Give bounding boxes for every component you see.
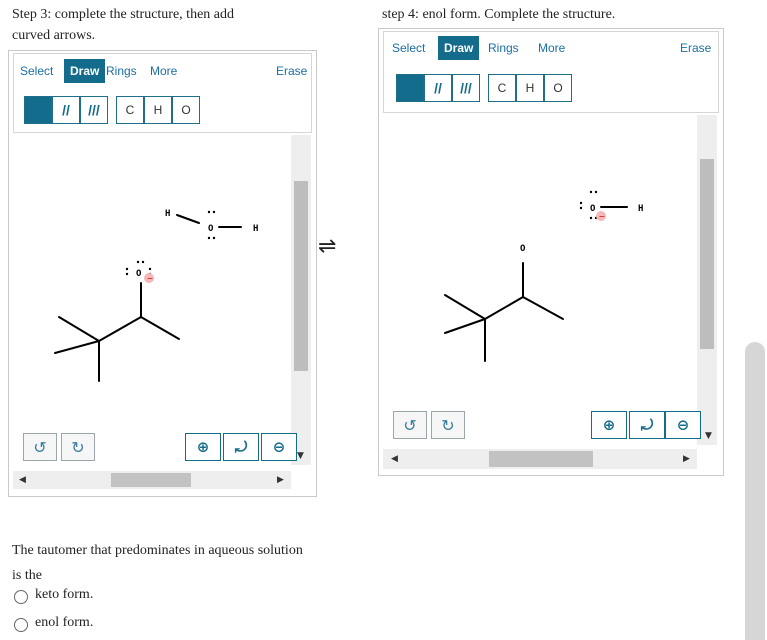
step3-canvas[interactable]: O H O H − (13, 135, 291, 435)
step3-molecule: O H O H − (54, 209, 258, 382)
zoom-out-icon: ⊖ (676, 416, 690, 434)
erase-button[interactable]: Erase (680, 36, 711, 60)
redo-icon: ↻ (71, 437, 85, 457)
draw-tools: / // /// C H O (24, 96, 200, 124)
step4-instruction: step 4: enol form. Complete the structur… (382, 7, 616, 22)
zoom-out-button[interactable]: ⊖ (261, 433, 297, 461)
atom-c-button[interactable]: C (116, 96, 144, 124)
keto-oxygen-label: O (136, 269, 142, 279)
redo-button[interactable]: ↻ (61, 433, 95, 461)
vertical-scrollbar[interactable] (291, 135, 311, 465)
atom-o-button[interactable]: O (172, 96, 200, 124)
zoom-reset-button[interactable]: ⤾ (629, 411, 665, 439)
zoom-in-button[interactable]: ⊕ (185, 433, 221, 461)
tab-select[interactable]: Select (392, 36, 425, 60)
vertical-scroll-thumb[interactable] (700, 159, 714, 349)
question-text: The tautomer that predominates in aqueou… (12, 543, 303, 583)
double-bond-button[interactable]: // (52, 96, 80, 124)
zoom-reset-button[interactable]: ⤾ (223, 433, 259, 461)
tab-rings[interactable]: Rings (106, 59, 137, 83)
keto-option-label[interactable]: keto form. (35, 587, 93, 603)
hydrogen-label: H (165, 209, 170, 219)
atom-o-button[interactable]: O (544, 74, 572, 102)
triple-bond-button[interactable]: /// (452, 74, 480, 102)
redo-icon: ↻ (441, 415, 455, 435)
tab-select[interactable]: Select (20, 59, 53, 83)
water-hydrogen-label: H (253, 224, 258, 234)
water-oxygen-label: O (590, 204, 596, 214)
svg-text:−: − (599, 212, 606, 221)
zoom-in-button[interactable]: ⊕ (591, 411, 627, 439)
horizontal-scroll-thumb[interactable] (111, 473, 191, 487)
step3-toolbar: Select Draw Rings More Erase / // /// C … (13, 53, 312, 133)
step4-canvas[interactable]: O O H − (383, 115, 697, 415)
undo-icon: ↺ (403, 415, 417, 435)
draw-tools: / // /// C H O (396, 74, 572, 102)
vertical-scrollbar[interactable] (697, 115, 717, 445)
zoom-in-icon: ⊕ (196, 438, 210, 456)
triple-bond-button[interactable]: /// (80, 96, 108, 124)
enolate-oxygen-label: O (520, 244, 526, 254)
step3-editor: Select Draw Rings More Erase / // /// C … (8, 50, 317, 497)
page-scrollbar[interactable] (745, 342, 765, 640)
double-bond-button[interactable]: // (424, 74, 452, 102)
water-oxygen-label: O (208, 224, 214, 234)
horizontal-scrollbar[interactable] (13, 471, 291, 489)
zoom-reset-icon: ⤾ (234, 438, 248, 456)
erase-button[interactable]: Erase (276, 59, 307, 83)
step4-molecule: O O H − (444, 190, 643, 362)
horizontal-scroll-thumb[interactable] (489, 451, 593, 467)
svg-text:−: − (147, 274, 154, 283)
keto-radio[interactable] (14, 590, 28, 604)
scroll-down-arrow-icon[interactable]: ▼ (705, 431, 712, 441)
scroll-right-arrow-icon[interactable]: ▶ (277, 475, 284, 485)
undo-icon: ↺ (33, 437, 47, 457)
scroll-down-arrow-icon[interactable]: ▼ (297, 451, 304, 461)
undo-button[interactable]: ↺ (393, 411, 427, 439)
single-bond-button[interactable]: / (24, 96, 52, 124)
redo-button[interactable]: ↻ (431, 411, 465, 439)
atom-h-button[interactable]: H (144, 96, 172, 124)
zoom-out-button[interactable]: ⊖ (665, 411, 701, 439)
tab-rings[interactable]: Rings (488, 36, 519, 60)
scroll-left-arrow-icon[interactable]: ◀ (391, 454, 398, 464)
zoom-out-icon: ⊖ (272, 438, 286, 456)
atom-h-button[interactable]: H (516, 74, 544, 102)
horizontal-scrollbar[interactable] (383, 449, 697, 469)
water-hydrogen-label: H (638, 204, 643, 214)
step4-editor: Select Draw Rings More Erase / // /// C … (378, 28, 724, 476)
zoom-in-icon: ⊕ (602, 416, 616, 434)
equilibrium-arrows: ⇌ (318, 234, 337, 259)
tab-more[interactable]: More (150, 59, 177, 83)
step4-toolbar: Select Draw Rings More Erase / // /// C … (383, 31, 719, 113)
undo-button[interactable]: ↺ (23, 433, 57, 461)
scroll-left-arrow-icon[interactable]: ◀ (19, 475, 26, 485)
tab-draw[interactable]: Draw (64, 59, 106, 83)
tab-draw[interactable]: Draw (438, 36, 480, 60)
atom-c-button[interactable]: C (488, 74, 516, 102)
vertical-scroll-thumb[interactable] (294, 181, 308, 371)
enol-option-label[interactable]: enol form. (35, 615, 93, 631)
step3-instruction: Step 3: complete the structure, then add… (12, 7, 234, 43)
zoom-reset-icon: ⤾ (640, 416, 654, 434)
enol-radio[interactable] (14, 618, 28, 632)
tab-more[interactable]: More (538, 36, 565, 60)
single-bond-button[interactable]: / (396, 74, 424, 102)
scroll-right-arrow-icon[interactable]: ▶ (683, 454, 690, 464)
